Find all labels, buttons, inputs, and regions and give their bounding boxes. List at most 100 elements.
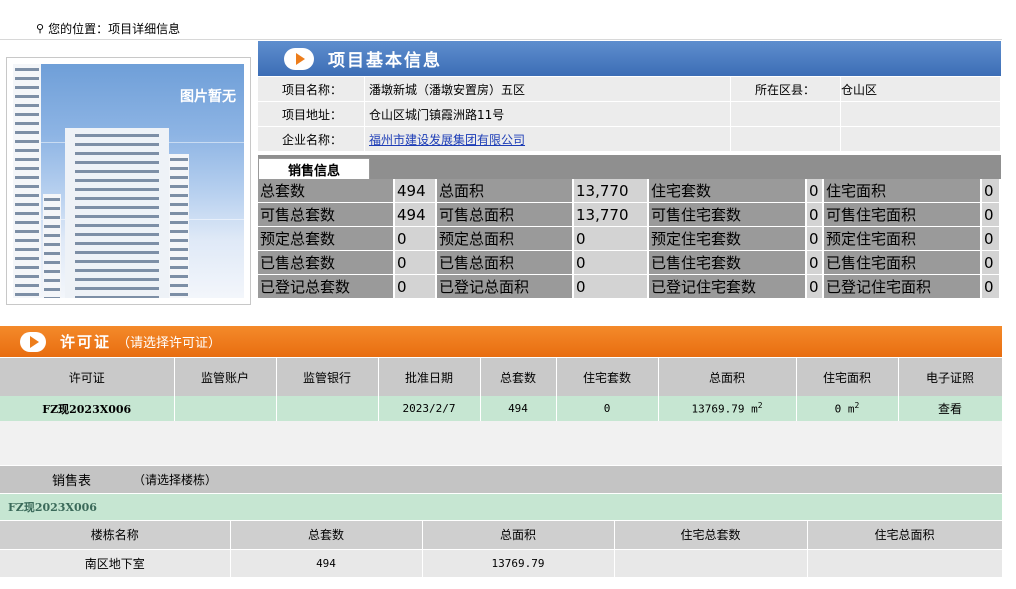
basic-info-title: 项目基本信息 — [328, 51, 442, 71]
permit-header: 许可证 （请选择许可证） — [0, 326, 1002, 357]
stat-value: 0 — [807, 227, 824, 251]
company-label: 企业名称： — [258, 127, 365, 151]
permit-hint: （请选择许可证） — [117, 336, 222, 351]
table-row[interactable]: FZ现2023X006 2023/2/7 494 0 13769.79 m2 0… — [0, 396, 1003, 421]
col-account: 监管账户 — [174, 358, 277, 396]
res-units-cell: 0 — [556, 396, 659, 421]
col-total-units: 总套数 — [480, 358, 557, 396]
stat-label: 已售住宅套数 — [649, 251, 807, 275]
stat-label: 总面积 — [437, 179, 574, 203]
col-building: 楼栋名称 — [0, 521, 231, 550]
stat-value: 0 — [395, 275, 437, 299]
stat-label: 住宅面积 — [824, 179, 982, 203]
sales-table-header: 销售表 （请选择楼栋） — [0, 466, 1002, 493]
total-area-cell: 13769.79 m2 — [658, 396, 797, 421]
stat-value: 13,770 — [574, 203, 649, 227]
stat-label: 已登记总面积 — [437, 275, 574, 299]
stat-value: 0 — [807, 275, 824, 299]
info-row: 企业名称： 福州市建设发展集团有限公司 — [258, 127, 1001, 152]
stat-label: 已售总套数 — [258, 251, 395, 275]
total-units-cell: 494 — [480, 396, 557, 421]
table-header: 许可证 监管账户 监管银行 批准日期 总套数 住宅套数 总面积 住宅面积 电子证… — [0, 358, 1003, 396]
view-link[interactable]: 查看 — [898, 396, 1003, 421]
district-label: 所在区县： — [731, 77, 841, 101]
no-image-label: 图片暂无 — [180, 89, 236, 105]
building-photo: 图片暂无 — [13, 64, 244, 298]
col-total-area: 总面积 — [422, 521, 615, 550]
play-icon — [20, 331, 46, 352]
stat-label: 住宅套数 — [649, 179, 807, 203]
company-link[interactable]: 福州市建设发展集团有限公司 — [369, 131, 525, 148]
stat-label: 已售住宅面积 — [824, 251, 982, 275]
stat-value: 0 — [807, 203, 824, 227]
info-row: 项目地址： 仓山区城门镇霞洲路11号 — [258, 102, 1001, 127]
basic-info-header: 项目基本信息 — [258, 41, 1001, 76]
sales-row: 总套数 494 总面积 13,770 住宅套数 0 住宅面积 0 — [258, 179, 1001, 203]
col-permit: 许可证 — [0, 358, 175, 396]
stat-label: 预定住宅面积 — [824, 227, 982, 251]
stat-label: 预定总套数 — [258, 227, 395, 251]
building-table: 楼栋名称 总套数 总面积 住宅总套数 住宅总面积 南区地下室 494 13769… — [0, 521, 1003, 577]
selected-permit[interactable]: FZ现2023X006 — [0, 494, 1002, 520]
table-header: 楼栋名称 总套数 总面积 住宅总套数 住宅总面积 — [0, 521, 1003, 550]
address-value: 仓山区城门镇霞洲路11号 — [365, 102, 731, 126]
stat-value: 0 — [395, 227, 437, 251]
stat-value: 0 — [982, 227, 1001, 251]
spacer — [0, 421, 1002, 465]
date-cell: 2023/2/7 — [378, 396, 481, 421]
permit-number[interactable]: FZ现2023X006 — [0, 396, 175, 421]
col-total-area: 总面积 — [658, 358, 797, 396]
sales-row: 已售总套数 0 已售总面积 0 已售住宅套数 0 已售住宅面积 0 — [258, 251, 1001, 275]
stat-value: 0 — [982, 275, 1001, 299]
sales-info-grid: 总套数 494 总面积 13,770 住宅套数 0 住宅面积 0 可售总套数 4… — [258, 179, 1001, 299]
stat-value: 13,770 — [574, 179, 649, 203]
sales-table-title: 销售表 — [52, 474, 92, 489]
stat-value: 0 — [807, 251, 824, 275]
divider — [0, 39, 1002, 40]
res-units-cell — [614, 549, 808, 577]
stat-label: 已售总面积 — [437, 251, 574, 275]
total-area-cell: 13769.79 — [422, 549, 615, 577]
account-cell — [174, 396, 277, 421]
stat-value: 0 — [574, 275, 649, 299]
tab-sales-info[interactable]: 销售信息 — [258, 158, 370, 179]
table-row[interactable]: 南区地下室 494 13769.79 — [0, 549, 1003, 577]
stat-value: 0 — [982, 203, 1001, 227]
stat-label: 可售总套数 — [258, 203, 395, 227]
building-name[interactable]: 南区地下室 — [0, 549, 231, 577]
stat-value: 0 — [574, 251, 649, 275]
col-e-cert: 电子证照 — [898, 358, 1003, 396]
stat-label: 已登记住宅面积 — [824, 275, 982, 299]
stat-value: 0 — [395, 251, 437, 275]
stat-label: 预定总面积 — [437, 227, 574, 251]
empty-cell — [841, 127, 1001, 151]
basic-info-table: 项目名称： 潘墩新城（潘墩安置房）五区 所在区县： 仓山区 项目地址： 仓山区城… — [258, 77, 1001, 152]
col-date: 批准日期 — [378, 358, 481, 396]
sales-info-tabbar: 销售信息 — [258, 155, 1001, 179]
project-image: 图片暂无 — [6, 57, 251, 305]
permit-table: 许可证 监管账户 监管银行 批准日期 总套数 住宅套数 总面积 住宅面积 电子证… — [0, 358, 1003, 421]
stat-value: 0 — [982, 251, 1001, 275]
name-label: 项目名称： — [258, 77, 365, 101]
play-icon — [284, 47, 314, 70]
district-value: 仓山区 — [841, 77, 1001, 101]
col-res-units: 住宅套数 — [556, 358, 659, 396]
sales-row: 预定总套数 0 预定总面积 0 预定住宅套数 0 预定住宅面积 0 — [258, 227, 1001, 251]
stat-label: 总套数 — [258, 179, 395, 203]
empty-cell — [731, 127, 841, 151]
breadcrumb-text: 您的位置：项目详细信息 — [48, 22, 181, 36]
sales-table-hint: （请选择楼栋） — [133, 473, 218, 487]
breadcrumb: ⚲ 您的位置：项目详细信息 — [36, 20, 180, 37]
permit-title: 许可证 — [60, 333, 112, 351]
stat-value: 494 — [395, 179, 437, 203]
col-bank: 监管银行 — [276, 358, 379, 396]
stat-label: 可售总面积 — [437, 203, 574, 227]
stat-label: 预定住宅套数 — [649, 227, 807, 251]
stat-value: 494 — [395, 203, 437, 227]
stat-label: 已登记住宅套数 — [649, 275, 807, 299]
col-res-area: 住宅面积 — [796, 358, 899, 396]
stat-label: 可售住宅面积 — [824, 203, 982, 227]
info-row: 项目名称： 潘墩新城（潘墩安置房）五区 所在区县： 仓山区 — [258, 77, 1001, 102]
sales-row: 可售总套数 494 可售总面积 13,770 可售住宅套数 0 可售住宅面积 0 — [258, 203, 1001, 227]
stat-label: 已登记总套数 — [258, 275, 395, 299]
